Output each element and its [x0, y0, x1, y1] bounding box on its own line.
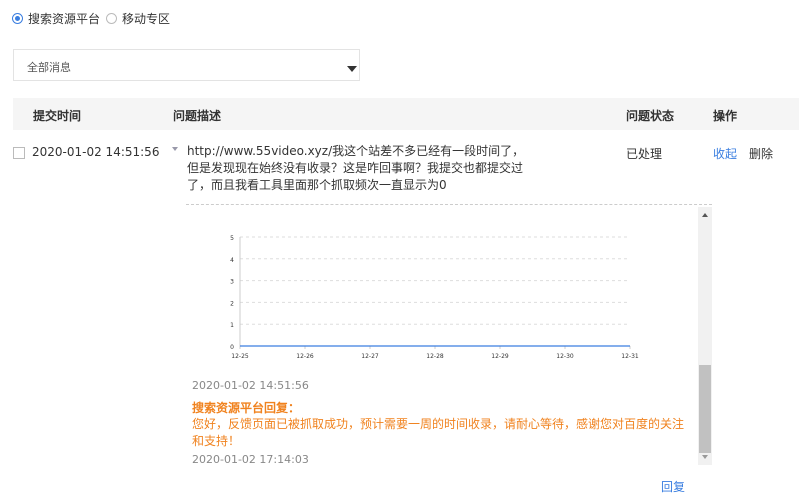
- scrollbar[interactable]: [698, 207, 712, 465]
- y-tick-label: 5: [230, 235, 234, 242]
- scroll-down-arrow-icon[interactable]: [702, 455, 708, 459]
- y-tick-label: 1: [230, 322, 234, 329]
- collapse-arrow-icon[interactable]: [172, 147, 178, 151]
- detail-panel: 0 1 2 3 4 5 12-25 12-26 12-27 12-28 12-29 12-30 12-3…: [186, 204, 712, 466]
- platform-filter: 搜索资源平台 移动专区: [12, 10, 170, 27]
- reply-timestamp: 2020-01-02 17:14:03: [192, 453, 309, 466]
- x-tick-label: 12-27: [361, 353, 379, 360]
- reply-author: 搜索资源平台回复：: [192, 401, 301, 415]
- collapse-link[interactable]: 收起: [713, 145, 737, 162]
- message-filter-select[interactable]: 全部消息: [13, 49, 360, 81]
- table-header: 提交时间 问题描述 问题状态 操作: [13, 98, 799, 130]
- x-tick-label: 12-29: [491, 353, 509, 360]
- x-tick-label: 12-26: [296, 353, 314, 360]
- submit-timestamp: 2020-01-02 14:51:56: [192, 379, 309, 392]
- delete-link[interactable]: 删除: [749, 145, 773, 162]
- scrollbar-thumb[interactable]: [699, 365, 711, 453]
- y-tick-label: 3: [230, 279, 234, 286]
- x-tick-label: 12-28: [426, 353, 444, 360]
- header-description: 问题描述: [173, 109, 222, 123]
- radio-label: 移动专区: [122, 12, 171, 26]
- y-tick-label: 4: [230, 257, 234, 264]
- radio-mobile-zone[interactable]: 移动专区: [106, 10, 170, 27]
- y-tick-label: 0: [230, 344, 234, 351]
- reply-button[interactable]: 回复: [661, 478, 685, 495]
- header-actions: 操作: [713, 109, 738, 123]
- row-checkbox[interactable]: [13, 147, 25, 159]
- radio-search-platform[interactable]: 搜索资源平台: [12, 10, 100, 27]
- scroll-up-arrow-icon[interactable]: [702, 213, 708, 217]
- row-description: http://www.55video.xyz/我这个站差不多已经有一段时间了，但…: [187, 144, 525, 192]
- caret-down-icon: [347, 66, 357, 72]
- radio-unselected-icon: [106, 13, 118, 24]
- select-value: 全部消息: [27, 61, 71, 74]
- y-tick-label: 2: [230, 300, 234, 307]
- x-tick-label: 12-31: [621, 353, 639, 360]
- x-tick-label: 12-30: [556, 353, 574, 360]
- x-tick-label: 12-25: [231, 353, 249, 360]
- row-submit-time: 2020-01-02 14:51:56: [32, 145, 160, 159]
- crawl-frequency-chart: 0 1 2 3 4 5 12-25 12-26 12-27 12-28 12-29 12-30 12-3…: [230, 235, 639, 360]
- reply-text: 您好，反馈页面已被抓取成功，预计需要一周的时间收录，请耐心等待，感谢您对百度的关…: [192, 417, 685, 448]
- row-status: 已处理: [626, 147, 663, 161]
- radio-selected-icon: [12, 13, 23, 24]
- radio-label: 搜索资源平台: [28, 12, 101, 26]
- header-submit-time: 提交时间: [33, 109, 82, 123]
- header-status: 问题状态: [626, 109, 675, 123]
